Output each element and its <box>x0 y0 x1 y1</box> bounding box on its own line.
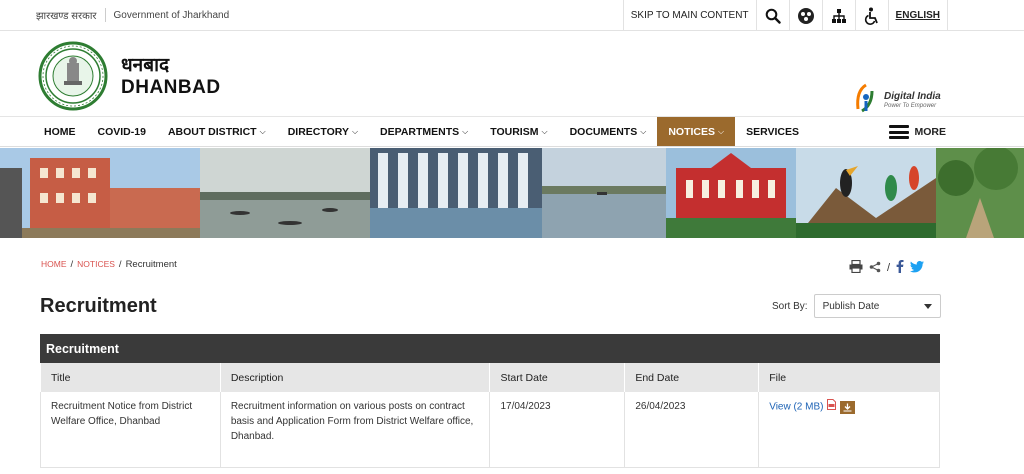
banner-photo-reservoir <box>542 148 666 238</box>
share-icon[interactable] <box>869 261 881 276</box>
nav-more-button[interactable]: MORE <box>888 117 947 147</box>
column-header-file[interactable]: File <box>758 363 940 392</box>
breadcrumb-notices-link[interactable]: NOTICES <box>77 259 115 269</box>
chevron-down-icon: ⌵ <box>259 126 266 136</box>
nav-more-label: MORE <box>914 126 947 138</box>
site-header: धनबाद DHANBAD Digital India Power To Emp… <box>0 31 1024 117</box>
caret-down-icon <box>923 303 932 309</box>
table-caption: Recruitment <box>40 334 940 363</box>
page-title: Recruitment <box>40 295 157 317</box>
breadcrumb: HOME / NOTICES / Recruitment <box>41 259 177 270</box>
sort-control: Sort By: Publish Date <box>772 294 941 318</box>
banner-photo-heritage-building <box>666 148 796 238</box>
site-hindi-name: धनबाद <box>121 55 170 76</box>
banner-photo-dam <box>370 148 542 238</box>
nav-notices[interactable]: NOTICES ⌵ <box>657 117 736 146</box>
nav-label: ABOUT DISTRICT <box>167 125 257 138</box>
main-nav: HOME COVID-19 ABOUT DISTRICT ⌵ DIRECTORY ⌵… <box>0 117 1024 147</box>
digital-india-title: Digital India <box>884 91 941 102</box>
cell-start-date: 17/04/2023 <box>489 392 625 468</box>
cell-file: View (2 MB) <box>758 392 940 468</box>
table-row: Recruitment Notice from District Welfare… <box>40 392 940 468</box>
recruitment-table: Recruitment Title Description Start Date… <box>40 334 940 468</box>
nav-label: DEPARTMENTS <box>380 125 460 138</box>
breadcrumb-current: Recruitment <box>125 259 177 270</box>
nav-services[interactable]: SERVICES <box>735 117 810 146</box>
share-separator: / <box>887 262 891 274</box>
download-icon[interactable] <box>840 400 856 414</box>
cell-description: Recruitment information on various posts… <box>219 392 490 468</box>
chevron-down-icon: ⌵ <box>640 126 647 136</box>
gov-hindi-label: झारखण्ड सरकार <box>36 11 97 22</box>
nav-departments[interactable]: DEPARTMENTS ⌵ <box>369 117 479 146</box>
nav-home[interactable]: HOME <box>33 117 87 146</box>
search-icon[interactable] <box>755 0 789 31</box>
banner-image-strip <box>0 148 1024 238</box>
top-bar: झारखण्ड सरकार Government of Jharkhand SK… <box>0 0 1024 31</box>
column-header-description[interactable]: Description <box>219 363 490 392</box>
pdf-icon <box>827 399 837 415</box>
banner-photo-birds-sculpture <box>796 148 936 238</box>
sort-select[interactable]: Publish Date <box>813 294 941 318</box>
social-media-icon[interactable] <box>788 0 822 31</box>
nav-label: DOCUMENTS <box>569 125 638 138</box>
nav-directory[interactable]: DIRECTORY ⌵ <box>277 117 369 146</box>
nav-label: HOME <box>44 125 76 138</box>
divider <box>104 8 106 22</box>
facebook-icon[interactable] <box>896 260 904 276</box>
banner-photo-building <box>0 148 200 238</box>
banner-photo-forest <box>936 148 1024 238</box>
breadcrumb-separator: / <box>118 259 122 270</box>
breadcrumb-home-link[interactable]: HOME <box>41 259 67 269</box>
chevron-down-icon: ⌵ <box>717 126 725 136</box>
sort-label: Sort By: <box>772 300 808 312</box>
share-tools: / <box>849 259 925 276</box>
chevron-down-icon: ⌵ <box>462 126 469 136</box>
cell-title: Recruitment Notice from District Welfare… <box>40 392 221 468</box>
digital-india-logo[interactable] <box>852 81 876 117</box>
sort-selected-value: Publish Date <box>822 300 880 312</box>
language-toggle[interactable]: ENGLISH <box>887 0 948 31</box>
column-header-start-date[interactable]: Start Date <box>489 363 625 392</box>
view-file-link[interactable]: View (2 MB) <box>769 402 823 413</box>
nav-label: SERVICES <box>746 125 799 138</box>
digital-india-tagline: Power To Empower <box>884 103 937 109</box>
column-header-end-date[interactable]: End Date <box>624 363 759 392</box>
gov-english-label: Government of Jharkhand <box>113 9 230 21</box>
nav-about-district[interactable]: ABOUT DISTRICT ⌵ <box>157 117 277 146</box>
twitter-icon[interactable] <box>910 260 925 276</box>
sitemap-icon[interactable] <box>821 0 855 31</box>
cell-end-date: 26/04/2023 <box>624 392 759 468</box>
nav-tourism[interactable]: TOURISM ⌵ <box>479 117 558 146</box>
jharkhand-emblem-logo[interactable] <box>38 41 108 111</box>
top-bar-tools: SKIP TO MAIN CONTENT ENGLISH <box>622 0 948 31</box>
site-name[interactable]: DHANBAD <box>121 77 221 99</box>
nav-covid[interactable]: COVID-19 <box>87 117 157 146</box>
nav-label: TOURISM <box>490 125 539 138</box>
breadcrumb-separator: / <box>70 259 74 270</box>
accessibility-icon[interactable] <box>854 0 888 31</box>
nav-documents[interactable]: DOCUMENTS ⌵ <box>559 117 658 146</box>
skip-to-main-link[interactable]: SKIP TO MAIN CONTENT <box>622 0 756 31</box>
data-table: Title Description Start Date End Date Fi… <box>40 363 940 468</box>
chevron-down-icon: ⌵ <box>351 126 359 136</box>
nav-label: DIRECTORY <box>287 125 349 138</box>
chevron-down-icon: ⌵ <box>541 126 548 136</box>
nav-label: NOTICES <box>668 125 715 138</box>
print-icon[interactable] <box>849 259 863 276</box>
banner-photo-lake <box>200 148 370 238</box>
table-header-row: Title Description Start Date End Date Fi… <box>40 363 940 392</box>
nav-label: COVID-19 <box>97 125 146 138</box>
hamburger-icon <box>888 125 909 139</box>
column-header-title[interactable]: Title <box>40 363 221 392</box>
